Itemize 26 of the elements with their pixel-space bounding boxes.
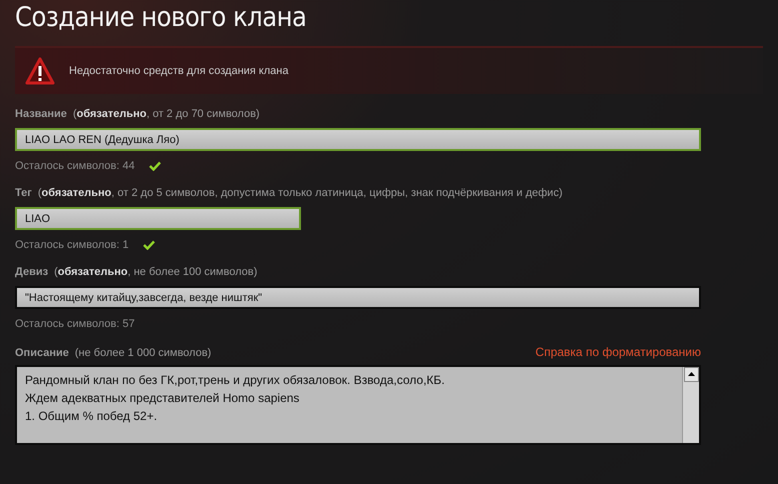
field-label: Девиз: [15, 266, 48, 278]
text-field[interactable]: "Настоящему китайцу,завсегда, везде ништяк": [15, 286, 701, 309]
description-line: 1. Общим % побед 52+.: [25, 408, 158, 425]
description-field[interactable]: Рандомный клан по без ГК,рот,трень и других обязаловок. Взвода,соло,КБ. Ждем адекватных представителей Homo sapiens 1. Общим % побед 52+.: [15, 365, 701, 445]
formatting-help-link[interactable]: Справка по форматированию: [535, 345, 701, 359]
scroll-up-icon[interactable]: [684, 367, 698, 382]
scrollbar[interactable]: [682, 367, 699, 443]
description-line: Рандомный клан по без ГК,рот,трень и других обязаловок. Взвода,соло,КБ.: [25, 372, 446, 389]
description-line: Ждем адекватных представителей Homo sapiens: [25, 390, 300, 407]
field-hint: (не более 1 000 символов): [74, 347, 212, 359]
field-label: Название: [15, 108, 67, 120]
field-hint: (обязательно, от 2 до 70 символов): [72, 108, 260, 120]
text-field[interactable]: LIAO LAO REN (Дедушка Ляо): [15, 128, 701, 151]
remaining-counter: Осталось символов: 44: [15, 160, 135, 172]
field-hint: (обязательно, не более 100 символов): [54, 266, 258, 278]
field-label: Описание: [15, 347, 69, 359]
checkmark-icon: [148, 161, 161, 171]
alert-message: Недостаточно средств для создания клана: [69, 65, 288, 77]
text-field[interactable]: LIAO: [15, 207, 301, 230]
page-title: Создание нового клана: [15, 1, 308, 35]
warning-icon: [25, 57, 55, 85]
field-hint: (обязательно, от 2 до 5 символов, допустима только латиница, цифры, знак подчёркивания и дефис): [38, 187, 562, 199]
remaining-counter: Осталось символов: 1: [15, 239, 129, 251]
remaining-counter: Осталось символов: 57: [15, 318, 135, 330]
checkmark-icon: [142, 240, 155, 250]
field-label: Тег: [15, 187, 32, 199]
